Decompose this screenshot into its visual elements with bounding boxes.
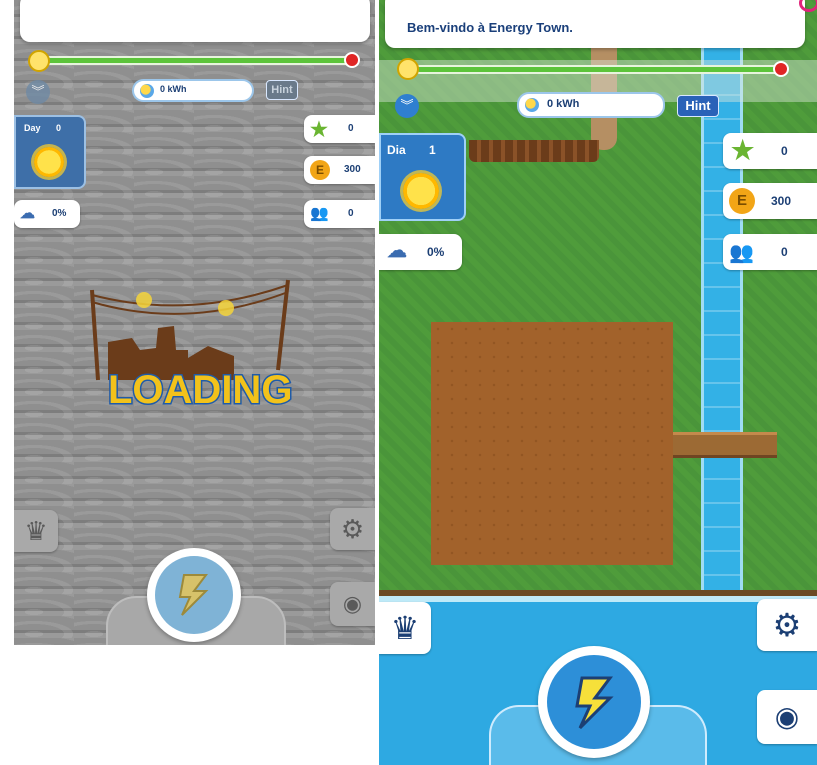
sun-icon (34, 147, 64, 177)
stars-value: 0 (348, 123, 354, 134)
energy-button[interactable] (538, 646, 650, 758)
day-number: 1 (429, 143, 436, 157)
coins-value: 300 (771, 194, 792, 208)
coin-icon: E (310, 160, 330, 180)
rain-cloud-icon: ☁ (20, 205, 35, 222)
population-counter: 👥 0 (304, 200, 375, 228)
loading-text: LOADING (108, 368, 292, 412)
stars-value: 0 (781, 144, 788, 158)
star-icon: ★ (731, 135, 755, 165)
kwh-value: 0 kWh (160, 84, 187, 94)
wooden-bridge (673, 432, 777, 458)
stars-counter: ★ 0 (304, 115, 375, 143)
weather-percent: 0% (427, 245, 445, 259)
rain-cloud-icon: ☁ (387, 240, 407, 262)
people-icon: 👥 (310, 205, 329, 222)
energy-progress-bar (44, 56, 358, 65)
chevron-down-icon[interactable]: ︾ (395, 94, 419, 118)
coins-counter: E 300 (723, 183, 817, 219)
day-card: Dia 1 (379, 133, 466, 221)
population-value: 0 (348, 208, 354, 219)
power-line (91, 291, 289, 315)
loading-screen: ︾ 0 kWh Hint Day 0 ☁ 0% ★ 0 E 300 👥 0 LO… (14, 0, 375, 645)
energy-button[interactable] (147, 548, 241, 642)
hint-button[interactable]: Hint (266, 80, 298, 100)
coin-icon: E (729, 188, 755, 214)
gear-icon: ⚙ (772, 607, 802, 643)
coins-counter: E 300 (304, 156, 375, 184)
goal-marker (773, 61, 789, 77)
day-label: Day (24, 123, 41, 133)
day-number: 0 (56, 123, 62, 133)
glow-light (218, 300, 234, 316)
energy-orb-icon (140, 84, 154, 98)
star-icon: ★ (310, 119, 328, 141)
lightning-bolt-icon (575, 676, 614, 730)
energy-orb-icon (525, 98, 539, 112)
stars-counter: ★ 0 (723, 133, 817, 169)
tree-line (469, 140, 599, 162)
loading-logo: LOADING (90, 279, 294, 414)
eye-button[interactable]: ◉ (330, 582, 375, 626)
empty-lot[interactable] (431, 322, 673, 565)
lightbulb-icon (28, 50, 50, 72)
eye-icon: ◉ (342, 591, 363, 616)
weather-indicator: ☁ 0% (14, 200, 80, 228)
weather-percent: 0% (52, 208, 67, 219)
message-box: Bem-vindo à Energy Town. (385, 0, 805, 48)
day-card: Day 0 (14, 115, 86, 189)
kwh-value: 0 kWh (547, 98, 580, 110)
settings-button[interactable]: ⚙ (757, 599, 817, 651)
crown-button[interactable]: ♛ (379, 602, 431, 654)
sun-icon (403, 173, 439, 209)
crown-icon: ♛ (390, 610, 420, 646)
eye-button[interactable]: ◉ (757, 690, 817, 744)
crown-button[interactable]: ♛ (14, 510, 58, 552)
energy-progress-bar (415, 65, 784, 74)
lightbulb-icon (397, 58, 419, 80)
welcome-message: Bem-vindo à Energy Town. (407, 20, 573, 35)
settings-button[interactable]: ⚙ (330, 508, 375, 550)
eye-icon: ◉ (774, 701, 800, 732)
game-screen: Bem-vindo à Energy Town. ︾ 0 kWh Hint Di… (379, 0, 817, 765)
population-counter: 👥 0 (723, 234, 817, 270)
kwh-display: 0 kWh (132, 79, 254, 102)
day-label: Dia (387, 143, 406, 157)
goal-marker (344, 52, 360, 68)
kwh-display: 0 kWh (517, 92, 665, 118)
gear-icon: ⚙ (340, 514, 365, 544)
population-value: 0 (781, 245, 788, 259)
chevron-down-icon[interactable]: ︾ (26, 80, 50, 104)
hint-button[interactable]: Hint (677, 95, 719, 117)
people-icon: 👥 (729, 242, 754, 264)
crown-icon: ♛ (24, 516, 48, 546)
coins-value: 300 (344, 164, 361, 175)
weather-indicator: ☁ 0% (379, 234, 462, 270)
lightning-bolt-icon (178, 574, 209, 616)
glow-light (136, 292, 152, 308)
message-box (20, 0, 370, 42)
